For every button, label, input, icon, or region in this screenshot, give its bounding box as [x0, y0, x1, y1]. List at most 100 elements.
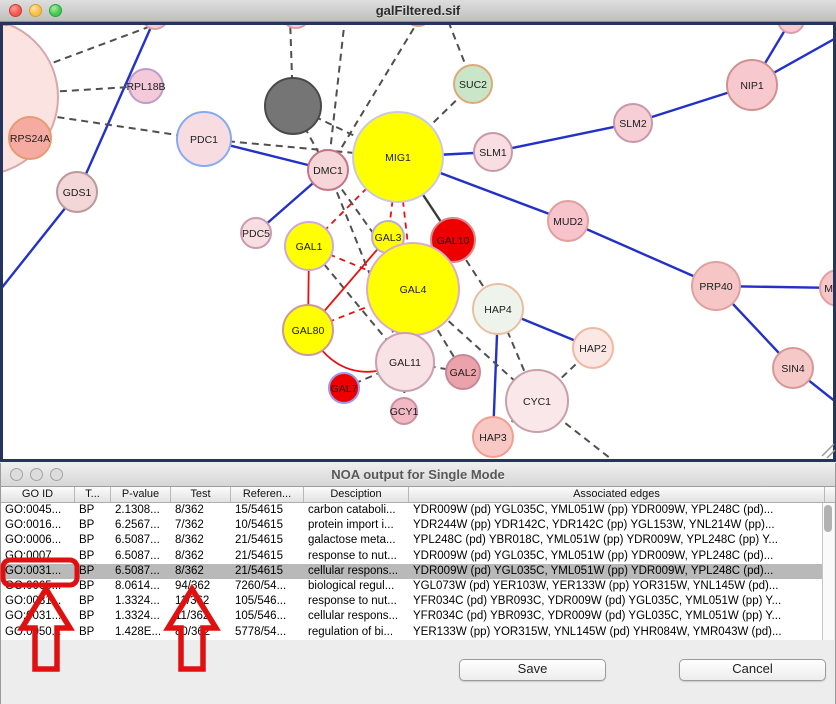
- node-label: GAL1: [296, 241, 323, 253]
- table-cell: 8/362: [171, 549, 231, 564]
- node-label: SIN4: [781, 363, 805, 375]
- node-label: RPS24A: [10, 133, 50, 145]
- table-cell: GO:0006...: [1, 533, 75, 548]
- node-label: HAP2: [579, 343, 607, 355]
- close-button-icon[interactable]: [9, 4, 22, 17]
- screen: galFiltered.sif RPL18BRPS24AGDS1PDC1DMC1…: [0, 0, 836, 704]
- column-header-associated-edges[interactable]: Associated edges: [409, 487, 825, 502]
- column-header-referen[interactable]: Referen...: [231, 487, 304, 502]
- node-label: PDC1: [190, 134, 218, 146]
- zoom-button-icon[interactable]: [50, 468, 63, 481]
- table-cell: 6.5087...: [111, 564, 171, 579]
- table-cell: BP: [75, 549, 111, 564]
- table-cell: 8/362: [171, 564, 231, 579]
- table-row[interactable]: GO:0007...BP6.5087...8/36221/54615respon…: [1, 549, 824, 564]
- node-label: SUC2: [459, 79, 487, 91]
- table-cell: 6.5087...: [111, 549, 171, 564]
- table-row[interactable]: GO:0031...BP1.3324...11/362105/546...res…: [1, 594, 824, 609]
- table-cell: biological regul...: [304, 579, 409, 594]
- column-header-p-value[interactable]: P-value: [111, 487, 171, 502]
- table-row[interactable]: GO:0031...BP1.3324...11/362105/546...cel…: [1, 609, 824, 624]
- node-unlabeled[interactable]: [265, 78, 321, 134]
- table-cell: 5778/54...: [231, 625, 304, 640]
- table-cell: BP: [75, 609, 111, 624]
- cancel-button[interactable]: Cancel: [679, 659, 826, 681]
- table-cell: 21/54615: [231, 533, 304, 548]
- node-label: GAL80: [292, 325, 325, 337]
- table-row[interactable]: GO:0006...BP6.5087...8/36221/54615galact…: [1, 533, 824, 548]
- node-label: GCY1: [390, 406, 419, 418]
- node-label: PRP40: [699, 281, 732, 293]
- node-label: MUD2: [553, 216, 583, 228]
- table-cell: response to nut...: [304, 549, 409, 564]
- table-cell: GO:0031...: [1, 564, 75, 579]
- table-cell: 7/362: [171, 518, 231, 533]
- table-cell: cellular respons...: [304, 564, 409, 579]
- table-cell: BP: [75, 579, 111, 594]
- table-cell: YER133W (pp) YOR315W, YNL145W (pd) YHR08…: [409, 625, 824, 640]
- table-cell: BP: [75, 533, 111, 548]
- node-label: RPL18B: [126, 81, 165, 93]
- network-canvas[interactable]: RPL18BRPS24AGDS1PDC1DMC1MIG1PDC5SUC2SLM1…: [0, 22, 836, 462]
- table-row[interactable]: GO:0016...BP6.2567...7/36210/54615protei…: [1, 518, 824, 533]
- node-label: CYC1: [523, 396, 551, 408]
- noa-table-header: GO IDT...P-valueTestReferen...Desciption…: [1, 487, 835, 503]
- node-label: HAP4: [484, 304, 512, 316]
- table-cell: 2.1308...: [111, 503, 171, 518]
- zoom-button-icon[interactable]: [49, 4, 62, 17]
- close-button-icon[interactable]: [10, 468, 23, 481]
- table-cell: BP: [75, 564, 111, 579]
- table-cell: regulation of bi...: [304, 625, 409, 640]
- table-cell: YDR244W (pp) YDR142C, YDR142C (pp) YGL15…: [409, 518, 824, 533]
- table-cell: 1.3324...: [111, 609, 171, 624]
- column-header-desciption[interactable]: Desciption: [304, 487, 409, 502]
- table-cell: 8.0614...: [111, 579, 171, 594]
- save-button[interactable]: Save: [459, 659, 606, 681]
- node-label: GAL11: [389, 357, 421, 369]
- minimize-button-icon[interactable]: [29, 4, 42, 17]
- table-cell: 80/362: [171, 625, 231, 640]
- column-header-t[interactable]: T...: [75, 487, 111, 502]
- scrollbar-thumb[interactable]: [824, 505, 832, 532]
- table-cell: 1.428E...: [111, 625, 171, 640]
- network-window-titlebar[interactable]: galFiltered.sif: [0, 0, 836, 22]
- table-cell: GO:0045...: [1, 503, 75, 518]
- table-cell: GO:0031...: [1, 609, 75, 624]
- column-header-go-id[interactable]: GO ID: [1, 487, 75, 502]
- table-row[interactable]: GO:0065...BP8.0614...94/3627260/54...bio…: [1, 579, 824, 594]
- network-window-title: galFiltered.sif: [0, 0, 836, 21]
- table-cell: 94/362: [171, 579, 231, 594]
- table-cell: 15/54615: [231, 503, 304, 518]
- column-header-test[interactable]: Test: [171, 487, 231, 502]
- table-row[interactable]: GO:0031...BP6.5087...8/36221/54615cellul…: [1, 564, 824, 579]
- table-cell: GO:0016...: [1, 518, 75, 533]
- table-cell: GO:0031...: [1, 594, 75, 609]
- table-cell: GO:0050...: [1, 625, 75, 640]
- table-cell: 11/362: [171, 609, 231, 624]
- node-label: PDC5: [242, 228, 270, 240]
- node-label: HAP3: [479, 432, 507, 444]
- node-label: SLM1: [479, 147, 507, 159]
- table-cell: GO:0007...: [1, 549, 75, 564]
- table-cell: YFR034C (pd) YBR093C, YDR009W (pd) YGL03…: [409, 609, 824, 624]
- table-cell: 105/546...: [231, 609, 304, 624]
- table-cell: BP: [75, 518, 111, 533]
- table-cell: 21/54615: [231, 564, 304, 579]
- table-cell: YDR009W (pd) YGL035C, YML051W (pp) YDR00…: [409, 564, 824, 579]
- table-cell: protein import i...: [304, 518, 409, 533]
- table-cell: BP: [75, 625, 111, 640]
- table-cell: BP: [75, 503, 111, 518]
- table-cell: YGL073W (pd) YER103W, YER133W (pp) YOR31…: [409, 579, 824, 594]
- vertical-scrollbar[interactable]: [822, 503, 834, 640]
- table-row[interactable]: GO:0050...BP1.428E...80/3625778/54...reg…: [1, 625, 824, 640]
- table-cell: 8/362: [171, 533, 231, 548]
- table-row[interactable]: GO:0045...BP2.1308...8/36215/54615carbon…: [1, 503, 824, 518]
- noa-window-titlebar[interactable]: NOA output for Single Mode: [1, 463, 835, 487]
- minimize-button-icon[interactable]: [30, 468, 43, 481]
- traffic-lights-inactive: [10, 468, 63, 481]
- table-cell: 1.3324...: [111, 594, 171, 609]
- noa-window: NOA output for Single Mode GO IDT...P-va…: [0, 463, 836, 704]
- table-cell: 21/54615: [231, 549, 304, 564]
- table-cell: YDR009W (pd) YGL035C, YML051W (pp) YDR00…: [409, 549, 824, 564]
- table-cell: cellular respons...: [304, 609, 409, 624]
